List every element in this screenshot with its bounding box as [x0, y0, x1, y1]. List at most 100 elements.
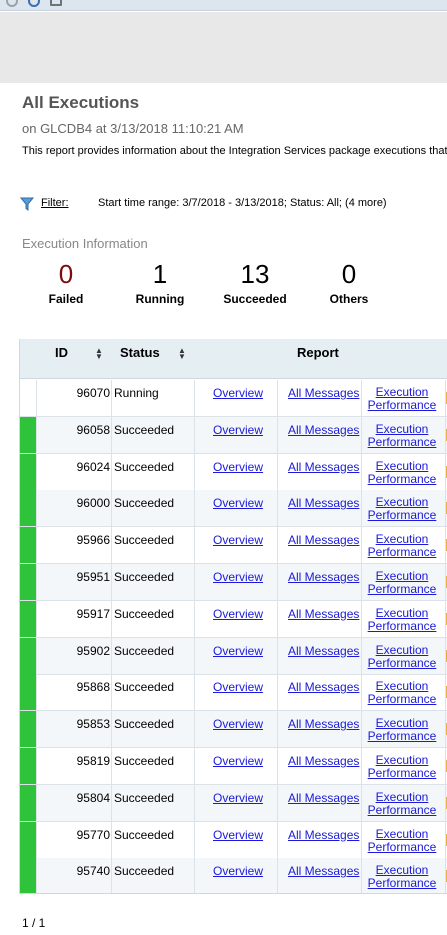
overview-link[interactable]: Overview: [213, 754, 263, 768]
all-messages-link[interactable]: All Messages: [288, 864, 359, 878]
all-messages-link[interactable]: All Messages: [288, 533, 359, 547]
execution-id: 95966: [76, 533, 110, 548]
column-divider: [111, 858, 112, 893]
all-messages-link[interactable]: All Messages: [288, 496, 359, 510]
filter-icon[interactable]: [20, 197, 34, 211]
execution-performance-link-line2: Performance: [367, 471, 437, 486]
execution-performance-link[interactable]: Execution Performance: [363, 606, 441, 633]
all-messages-link[interactable]: All Messages: [288, 460, 359, 474]
table-row: 95770 Succeeded Overview All Messages Execut…: [20, 821, 447, 859]
column-header-status[interactable]: Status: [120, 345, 160, 360]
column-divider: [111, 711, 112, 748]
execution-id: 95951: [76, 570, 110, 584]
status-indicator: [20, 490, 36, 527]
execution-performance-link[interactable]: Execution Performance: [363, 496, 441, 522]
report-header-band: [0, 12, 447, 83]
stat-failed-value: 0: [58, 259, 74, 289]
overview-link[interactable]: Overview: [213, 533, 263, 547]
execution-performance-link[interactable]: Execution Performance: [363, 570, 441, 596]
all-messages-link[interactable]: All Messages: [288, 754, 359, 768]
column-divider: [194, 564, 195, 600]
all-messages-link[interactable]: All Messages: [288, 570, 359, 584]
column-divider: [277, 637, 278, 674]
status-indicator: [20, 416, 36, 453]
column-divider: [361, 858, 362, 893]
stat-failed-label: Failed: [48, 292, 84, 306]
column-divider: [36, 674, 37, 711]
column-divider: [361, 821, 362, 858]
execution-performance-link-line2: Performance: [367, 766, 437, 780]
execution-performance-link[interactable]: Execution Performance: [363, 754, 441, 780]
column-divider: [194, 748, 195, 784]
execution-performance-link[interactable]: Execution Performance: [363, 864, 441, 890]
all-messages-link[interactable]: All Messages: [288, 386, 359, 400]
sort-status-icon[interactable]: ▲ ▼: [178, 347, 186, 361]
all-messages-link[interactable]: All Messages: [288, 680, 359, 694]
execution-performance-link-line1: Execution: [375, 716, 429, 731]
execution-id: 96058: [76, 422, 110, 437]
column-divider: [194, 416, 195, 453]
overview-link[interactable]: Overview: [213, 828, 263, 842]
execution-performance-link[interactable]: Execution Performance: [363, 386, 441, 412]
back-icon[interactable]: [6, 0, 18, 7]
execution-status: Succeeded: [114, 570, 175, 584]
table-row: 96024 Succeeded Overview All Messages Execut…: [20, 453, 447, 491]
executions-table: ID ▲ ▼ Status ▲ ▼ Report 96070 Running Overv…: [19, 339, 447, 894]
overview-link[interactable]: Overview: [213, 496, 263, 510]
overview-link[interactable]: Overview: [213, 864, 263, 878]
column-divider: [36, 821, 37, 858]
execution-status: Running: [114, 386, 159, 400]
filter-link[interactable]: Filter:: [41, 197, 69, 209]
column-divider: [111, 748, 112, 784]
overview-link[interactable]: Overview: [213, 460, 263, 474]
all-messages-link[interactable]: All Messages: [288, 644, 359, 658]
column-divider: [194, 858, 195, 893]
overview-link[interactable]: Overview: [213, 570, 263, 584]
all-messages-link[interactable]: All Messages: [288, 607, 359, 621]
execution-performance-link[interactable]: Execution Performance: [363, 827, 441, 854]
overview-link[interactable]: Overview: [213, 423, 263, 437]
execution-performance-link-line1: Execution: [375, 532, 429, 547]
overview-link[interactable]: Overview: [213, 791, 263, 805]
execution-performance-link-line2: Performance: [367, 876, 437, 891]
execution-performance-link[interactable]: Execution Performance: [363, 459, 441, 486]
execution-performance-link[interactable]: Execution Performance: [363, 643, 441, 670]
overview-link[interactable]: Overview: [213, 386, 263, 400]
execution-performance-link[interactable]: Execution Performance: [363, 790, 441, 817]
execution-performance-link[interactable]: Execution Performance: [363, 422, 441, 449]
all-messages-link[interactable]: All Messages: [288, 423, 359, 437]
overview-link[interactable]: Overview: [213, 717, 263, 731]
all-messages-link[interactable]: All Messages: [288, 791, 359, 805]
execution-performance-link[interactable]: Execution Performance: [363, 717, 441, 743]
refresh-icon[interactable]: [28, 0, 40, 7]
column-divider: [36, 600, 37, 637]
table-row: 95804 Succeeded Overview All Messages Execut…: [20, 784, 447, 822]
all-messages-link[interactable]: All Messages: [288, 717, 359, 731]
column-divider: [111, 674, 112, 711]
column-divider: [36, 416, 37, 453]
sort-id-icon[interactable]: ▲ ▼: [95, 347, 103, 361]
overview-link[interactable]: Overview: [213, 680, 263, 694]
execution-status: Succeeded: [114, 459, 175, 474]
column-divider: [111, 453, 112, 490]
column-header-id[interactable]: ID: [55, 345, 68, 360]
print-icon[interactable]: [50, 0, 62, 6]
execution-performance-link[interactable]: Execution Performance: [363, 533, 441, 559]
column-divider: [36, 748, 37, 784]
column-divider: [277, 674, 278, 711]
stat-succeeded-label: Succeeded: [223, 292, 287, 306]
all-messages-link[interactable]: All Messages: [288, 828, 359, 842]
overview-link[interactable]: Overview: [213, 644, 263, 658]
table-row: 96058 Succeeded Overview All Messages Execut…: [20, 416, 447, 454]
execution-performance-link[interactable]: Execution Performance: [363, 680, 441, 706]
column-divider: [111, 416, 112, 453]
overview-link[interactable]: Overview: [213, 607, 263, 621]
execution-id: 95804: [76, 790, 110, 805]
execution-status: Succeeded: [114, 754, 175, 768]
table-row: 95917 Succeeded Overview All Messages Execut…: [20, 600, 447, 638]
column-divider: [36, 490, 37, 527]
column-divider: [194, 600, 195, 637]
column-divider: [361, 711, 362, 748]
execution-id: 95902: [76, 643, 110, 658]
status-indicator: [20, 600, 36, 637]
